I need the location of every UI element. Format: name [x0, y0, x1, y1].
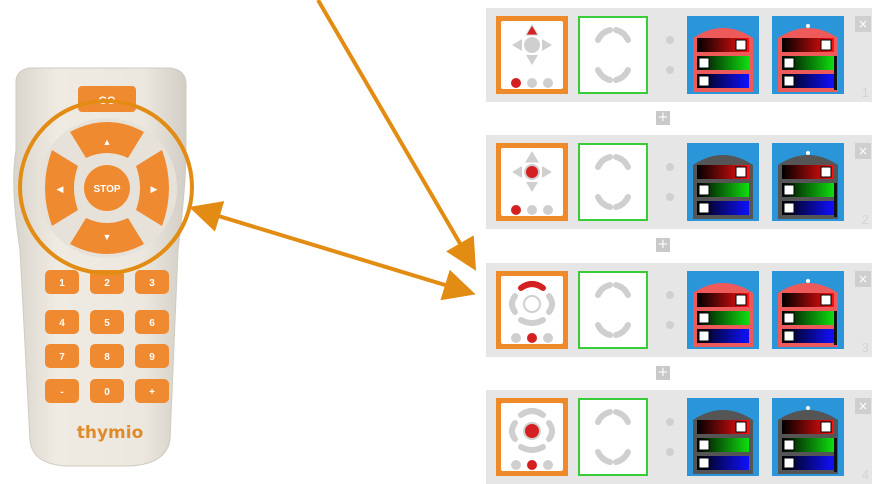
event-block-remote[interactable]	[496, 271, 568, 349]
color-led-icon	[778, 151, 838, 219]
action-block-bottom-led[interactable]	[772, 398, 844, 476]
color-led-icon	[778, 24, 838, 92]
action-block-top-led[interactable]	[687, 271, 759, 349]
right-arrow-icon: ▶	[151, 184, 158, 194]
up-arrow-icon: ▲	[103, 137, 112, 147]
svg-text:9: 9	[149, 352, 155, 363]
svg-text:4: 4	[59, 318, 65, 329]
key-5[interactable]: 5	[90, 310, 124, 334]
svg-text:-: -	[60, 387, 63, 398]
thymio-remote-control: GO ▲ ▼ ◀ ▶ STOP 1 2 3 4 5 6 7 8 9 - 0 + thymio	[13, 67, 187, 467]
program-row-2: × 2	[486, 135, 872, 229]
state-dot[interactable]	[666, 418, 674, 426]
svg-text:0: 0	[104, 387, 110, 398]
program-row-1: × 1	[486, 8, 872, 102]
key-8[interactable]: 8	[90, 344, 124, 368]
program-row-4: × 4	[486, 390, 872, 484]
row-number: 2	[861, 212, 869, 227]
circle-sensors-icon	[595, 154, 631, 210]
circle-sensors-icon	[595, 409, 631, 465]
button-indicator-dots	[511, 333, 553, 343]
key-6[interactable]: 6	[135, 310, 169, 334]
key-9[interactable]: 9	[135, 344, 169, 368]
state-dot[interactable]	[666, 163, 674, 171]
button-indicator-dots	[511, 460, 553, 470]
arrow-to-row-1	[316, 0, 477, 271]
key-minus[interactable]: -	[45, 379, 79, 403]
delete-row-button[interactable]: ×	[855, 271, 871, 287]
event-block-face	[501, 276, 563, 344]
svg-text:3: 3	[149, 278, 155, 289]
color-led-icon	[778, 279, 838, 347]
color-led-icon	[693, 155, 753, 219]
event-block-sensors[interactable]	[578, 143, 648, 221]
action-block-bottom-led[interactable]	[772, 16, 844, 94]
event-block-face	[501, 403, 563, 471]
program-row-3: × 3	[486, 263, 872, 357]
event-block-face	[501, 148, 563, 216]
button-indicator-dots	[511, 78, 553, 88]
delete-row-button[interactable]: ×	[855, 143, 871, 159]
svg-text:+: +	[149, 387, 155, 398]
delete-row-button[interactable]: ×	[855, 16, 871, 32]
event-block-sensors[interactable]	[578, 398, 648, 476]
key-3[interactable]: 3	[135, 270, 169, 294]
state-dot[interactable]	[666, 291, 674, 299]
state-dot[interactable]	[666, 66, 674, 74]
event-block-remote[interactable]	[496, 143, 568, 221]
svg-text:5: 5	[104, 318, 110, 329]
state-dot[interactable]	[666, 36, 674, 44]
state-dot[interactable]	[666, 448, 674, 456]
svg-text:8: 8	[104, 352, 110, 363]
event-block-remote[interactable]	[496, 16, 568, 94]
color-led-icon	[693, 28, 753, 92]
row-number: 3	[861, 340, 869, 355]
key-4[interactable]: 4	[45, 310, 79, 334]
left-arrow-icon: ◀	[57, 184, 64, 194]
event-block-face	[501, 21, 563, 89]
circle-sensors-icon	[595, 27, 631, 83]
go-button[interactable]: GO	[78, 86, 136, 112]
add-row-button[interactable]: +	[656, 238, 670, 252]
state-dot[interactable]	[666, 193, 674, 201]
key-0[interactable]: 0	[90, 379, 124, 403]
dpad: ▲ ▼ ◀ ▶ STOP	[37, 118, 177, 258]
key-7[interactable]: 7	[45, 344, 79, 368]
event-block-remote[interactable]	[496, 398, 568, 476]
brand-logo: thymio	[77, 423, 144, 443]
delete-row-button[interactable]: ×	[855, 398, 871, 414]
action-block-top-led[interactable]	[687, 143, 759, 221]
stop-button[interactable]: STOP	[84, 165, 130, 211]
state-dot[interactable]	[666, 321, 674, 329]
svg-text:6: 6	[149, 318, 155, 329]
action-block-top-led[interactable]	[687, 398, 759, 476]
add-row-button[interactable]: +	[656, 111, 670, 125]
color-led-icon	[693, 410, 753, 474]
event-block-sensors[interactable]	[578, 16, 648, 94]
key-1[interactable]: 1	[45, 270, 79, 294]
svg-text:GO: GO	[98, 95, 116, 107]
svg-text:2: 2	[104, 278, 110, 289]
row-number: 4	[861, 467, 869, 482]
svg-text:STOP: STOP	[93, 184, 120, 195]
color-led-icon	[778, 406, 838, 474]
button-indicator-dots	[511, 205, 553, 215]
action-block-top-led[interactable]	[687, 16, 759, 94]
key-2[interactable]: 2	[90, 270, 124, 294]
color-led-icon	[693, 283, 753, 347]
down-arrow-icon: ▼	[103, 232, 112, 242]
action-block-bottom-led[interactable]	[772, 271, 844, 349]
circle-sensors-icon	[595, 282, 631, 338]
add-row-button[interactable]: +	[656, 366, 670, 380]
event-block-sensors[interactable]	[578, 271, 648, 349]
action-block-bottom-led[interactable]	[772, 143, 844, 221]
svg-text:7: 7	[59, 352, 65, 363]
key-plus[interactable]: +	[135, 379, 169, 403]
svg-text:1: 1	[59, 278, 65, 289]
row-number: 1	[861, 85, 869, 100]
